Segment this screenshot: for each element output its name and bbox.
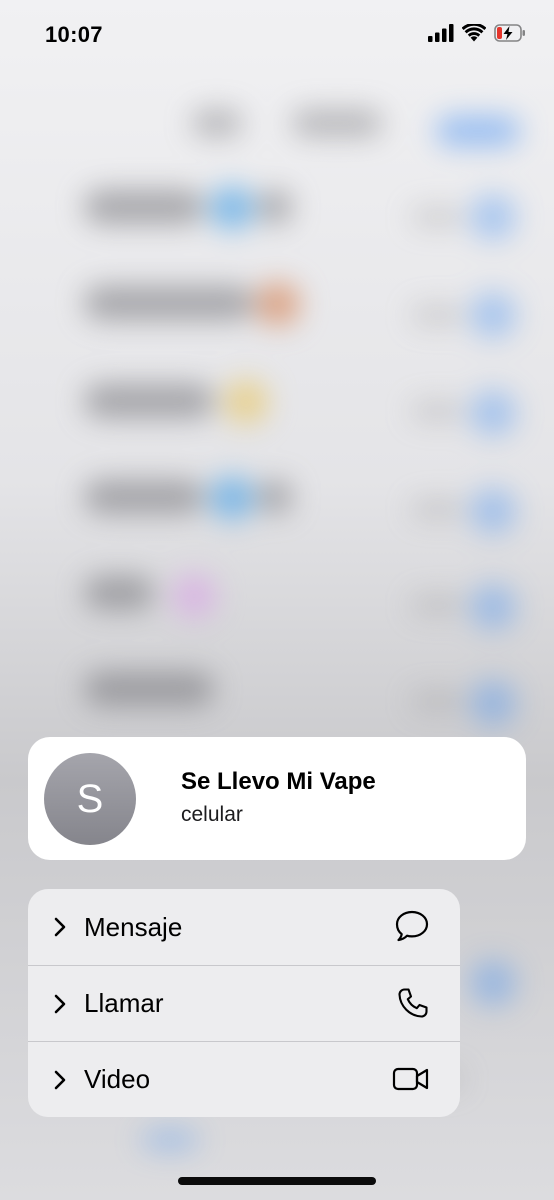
contact-card[interactable]: S Se Llevo Mi Vape celular — [28, 737, 526, 860]
chevron-right-icon — [54, 1070, 66, 1090]
signal-icon — [428, 24, 454, 42]
menu-item-call[interactable]: Llamar — [28, 965, 460, 1041]
battery-charging-icon — [494, 24, 525, 42]
video-camera-icon — [392, 1067, 429, 1091]
contact-name: Se Llevo Mi Vape — [181, 768, 376, 795]
menu-item-label: Mensaje — [84, 911, 183, 942]
status-time: 10:07 — [45, 22, 103, 47]
chevron-right-icon — [54, 917, 66, 937]
menu-item-label: Llamar — [84, 988, 164, 1018]
contact-phone-label: celular — [181, 803, 243, 826]
contact-action-menu: Mensaje Llamar Video — [28, 889, 460, 1117]
avatar-initial: S — [76, 776, 104, 821]
home-indicator[interactable] — [178, 1177, 376, 1185]
chevron-right-icon — [54, 994, 66, 1014]
menu-item-video[interactable]: Video — [28, 1041, 460, 1117]
message-bubble-icon — [395, 910, 429, 942]
menu-item-label: Video — [84, 1064, 151, 1094]
status-bar: 10:07 — [0, 0, 554, 70]
menu-item-message[interactable]: Mensaje — [28, 889, 460, 965]
contact-avatar: S — [44, 753, 136, 845]
wifi-icon — [462, 24, 486, 42]
phone-icon — [398, 988, 428, 1018]
